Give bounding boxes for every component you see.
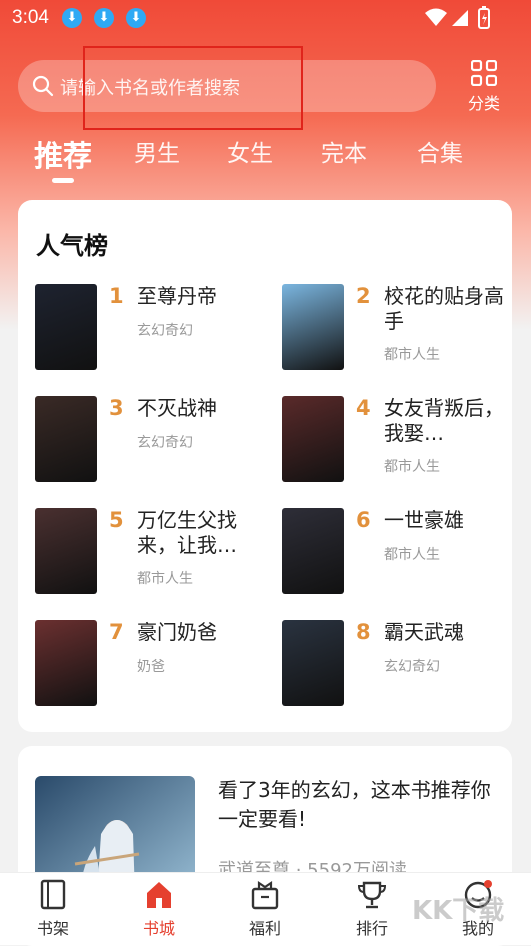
nav-bookstore[interactable]: 书城 (124, 879, 194, 939)
search-icon (32, 75, 54, 97)
book-item[interactable]: 8 霸天武魂 玄幻奇幻 (282, 620, 518, 710)
wifi-icon (425, 8, 447, 26)
book-title: 校花的贴身高手 (384, 284, 504, 333)
tab-collection[interactable]: 合集 (417, 134, 463, 168)
nav-label: 排行 (355, 919, 388, 938)
book-rank: 7 (109, 620, 124, 644)
tab-indicator (52, 178, 74, 183)
book-item[interactable]: 3 不灭战神 玄幻奇幻 (35, 396, 271, 486)
book-cover (35, 284, 97, 370)
book-item[interactable]: 7 豪门奶爸 奶爸 (35, 620, 271, 710)
book-title: 霸天武魂 (384, 620, 464, 644)
category-label: 分类 (467, 94, 500, 113)
book-item[interactable]: 6 一世豪雄 都市人生 (282, 508, 518, 598)
book-icon (40, 879, 66, 910)
nav-bookshelf[interactable]: 书架 (18, 879, 88, 939)
book-rank: 8 (356, 620, 371, 644)
nav-benefits[interactable]: 福利 (230, 879, 300, 939)
book-cover (35, 396, 97, 482)
nav-label: 书城 (142, 919, 175, 938)
book-rank: 1 (109, 284, 124, 308)
tab-female[interactable]: 女生 (227, 134, 273, 168)
book-category: 都市人生 (384, 547, 440, 563)
book-title: 一世豪雄 (384, 508, 464, 532)
book-cover (282, 620, 344, 706)
popularity-ranking-card: 人气榜 1 至尊丹帝 玄幻奇幻 2 校花的贴身高手 都市人生 3 不灭战神 玄幻… (18, 200, 512, 732)
book-title: 万亿生父找来，让我… (137, 508, 237, 557)
book-category: 玄幻奇幻 (137, 323, 193, 339)
promo-title: 看了3年的玄幻，这本书推荐你一定要看! (218, 778, 491, 831)
tab-recommend[interactable]: 推荐 (34, 133, 92, 175)
battery-icon (478, 6, 490, 29)
book-rank: 5 (109, 508, 124, 532)
grid-icon (471, 60, 497, 86)
book-item[interactable]: 5 万亿生父找来，让我… 都市人生 (35, 508, 271, 598)
watermark-text: KK下载 (412, 896, 505, 926)
nav-ranking[interactable]: 排行 (337, 879, 407, 939)
trophy-icon (357, 881, 387, 909)
status-time: 3:04 (12, 7, 49, 28)
category-button[interactable]: 分类 (462, 60, 506, 114)
ranking-title: 人气榜 (36, 232, 108, 260)
book-cover (35, 508, 97, 594)
store-icon (147, 882, 171, 908)
book-item[interactable]: 1 至尊丹帝 玄幻奇幻 (35, 284, 271, 374)
book-category: 都市人生 (137, 571, 193, 587)
book-category: 奶爸 (137, 659, 165, 675)
gift-icon (251, 880, 279, 910)
book-cover (282, 284, 344, 370)
book-cover (282, 508, 344, 594)
book-category: 玄幻奇幻 (384, 659, 440, 675)
book-title: 女友背叛后，我娶… (384, 396, 504, 445)
book-rank: 6 (356, 508, 371, 532)
tab-completed[interactable]: 完本 (321, 134, 367, 168)
book-category: 都市人生 (384, 347, 440, 363)
book-cover (35, 620, 97, 706)
download-icon: ⬇ (62, 8, 82, 28)
book-cover (282, 396, 344, 482)
book-item[interactable]: 2 校花的贴身高手 都市人生 (282, 284, 518, 374)
download-icon: ⬇ (94, 8, 114, 28)
book-rank: 3 (109, 396, 124, 420)
book-title: 豪门奶爸 (137, 620, 217, 644)
status-bar: 3:04 ⬇ ⬇ ⬇ (0, 0, 531, 36)
book-category: 都市人生 (384, 459, 440, 475)
tab-male[interactable]: 男生 (134, 134, 180, 168)
download-icon: ⬇ (126, 8, 146, 28)
book-title: 不灭战神 (137, 396, 217, 420)
book-title: 至尊丹帝 (137, 284, 217, 308)
highlight-box (83, 46, 303, 130)
book-rank: 2 (356, 284, 371, 308)
book-item[interactable]: 4 女友背叛后，我娶… 都市人生 (282, 396, 518, 486)
nav-label: 福利 (248, 919, 281, 938)
nav-label: 书架 (36, 919, 69, 938)
book-rank: 4 (356, 396, 371, 420)
book-category: 玄幻奇幻 (137, 435, 193, 451)
cell-signal-icon (452, 10, 468, 26)
